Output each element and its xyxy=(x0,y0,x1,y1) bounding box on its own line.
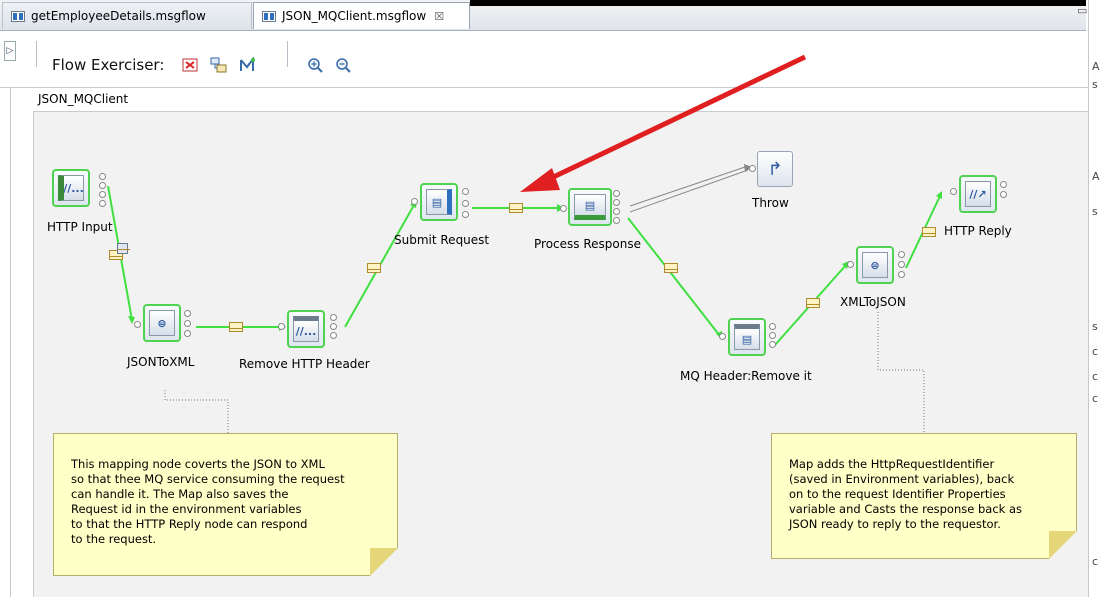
throw-icon: ↱ xyxy=(767,158,783,180)
right-edge-panel: AsAs scccc xyxy=(1088,0,1103,597)
output-terminal[interactable] xyxy=(330,323,337,330)
compute-icon: //... xyxy=(293,316,319,342)
message-envelope-icon xyxy=(367,263,381,273)
node-label: HTTP Reply xyxy=(944,224,1012,238)
input-terminal[interactable] xyxy=(278,323,285,330)
zoom-in-icon[interactable] xyxy=(306,56,324,74)
msgflow-file-icon xyxy=(262,10,276,22)
input-terminal[interactable] xyxy=(134,321,141,328)
zoom-out-icon[interactable] xyxy=(334,56,352,74)
close-tab-icon[interactable]: ☒ xyxy=(434,10,444,23)
output-terminal[interactable] xyxy=(99,173,106,180)
output-terminal[interactable] xyxy=(613,199,620,206)
editor-window: getEmployeeDetails.msgflow JSON_MQClient… xyxy=(0,0,1103,597)
input-terminal[interactable] xyxy=(411,198,418,205)
view-data-icon[interactable] xyxy=(210,56,228,74)
note-fold-corner xyxy=(370,548,398,576)
note-text: Map adds the HttpRequestIdentifier (save… xyxy=(789,457,1023,531)
minimize-icon[interactable]: ▭ xyxy=(1077,4,1087,17)
output-terminal[interactable] xyxy=(613,208,620,215)
breadcrumb-label: JSON_MQClient xyxy=(38,92,129,106)
output-terminal[interactable] xyxy=(462,200,469,207)
output-terminal[interactable] xyxy=(1000,181,1007,188)
node-label: Remove HTTP Header xyxy=(239,357,370,371)
output-terminal[interactable] xyxy=(613,190,620,197)
breadcrumb: JSON_MQClient xyxy=(33,88,1088,112)
message-envelope-icon xyxy=(922,227,936,237)
input-terminal[interactable] xyxy=(847,261,854,268)
tab-JSON_MQClient[interactable]: JSON_MQClient.msgflow ☒ xyxy=(253,2,470,29)
mq-output-icon: ▤ xyxy=(426,189,452,215)
mapping-icon: ⊜ xyxy=(862,252,888,278)
message-envelope-icon xyxy=(664,263,678,273)
message-envelope-icon xyxy=(806,298,820,308)
node-label: JSONToXML xyxy=(127,355,195,369)
output-terminal[interactable] xyxy=(898,251,905,258)
output-terminal[interactable] xyxy=(462,188,469,195)
output-terminal[interactable] xyxy=(462,211,469,218)
msgflow-file-icon xyxy=(11,10,25,22)
json-to-xml-node[interactable]: ⊜ xyxy=(143,304,181,342)
http-input-node[interactable]: //... xyxy=(52,169,90,207)
output-terminal[interactable] xyxy=(898,261,905,268)
output-terminal[interactable] xyxy=(330,314,337,321)
input-terminal[interactable] xyxy=(560,205,567,212)
output-terminal[interactable] xyxy=(1000,191,1007,198)
http-reply-icon: //↗ xyxy=(965,181,991,207)
note-fold-corner xyxy=(1049,531,1077,559)
toolbar-separator xyxy=(287,41,288,67)
output-terminal[interactable] xyxy=(769,341,776,348)
input-terminal[interactable] xyxy=(749,165,756,172)
output-terminal[interactable] xyxy=(769,323,776,330)
stop-recording-icon[interactable] xyxy=(181,56,199,74)
xml-to-json-node[interactable]: ⊜ xyxy=(856,246,894,284)
flow-exerciser-label: Flow Exerciser: xyxy=(52,56,165,74)
tab-getEmployeeDetails[interactable]: getEmployeeDetails.msgflow xyxy=(2,2,252,29)
top-dark-strip xyxy=(470,0,1086,6)
toolbar-separator xyxy=(36,41,37,67)
mq-get-icon: ▤ xyxy=(574,194,606,220)
node-label: Throw xyxy=(752,196,789,210)
flow-toolbar: ▷ Flow Exerciser: xyxy=(0,31,1088,88)
input-terminal[interactable] xyxy=(950,188,957,195)
output-terminal[interactable] xyxy=(330,332,337,339)
http-input-icon: //... xyxy=(58,175,84,201)
output-terminal[interactable] xyxy=(184,310,191,317)
output-terminal[interactable] xyxy=(184,320,191,327)
input-terminal[interactable] xyxy=(719,333,726,340)
node-label: Process Response xyxy=(534,237,641,251)
submit-request-node[interactable]: ▤ xyxy=(420,183,458,221)
mapping-icon: ⊜ xyxy=(149,310,175,336)
output-terminal[interactable] xyxy=(613,217,620,224)
tab-label: getEmployeeDetails.msgflow xyxy=(31,9,206,23)
node-label: Submit Request xyxy=(394,233,490,247)
tab-label: JSON_MQClient.msgflow xyxy=(282,9,427,23)
node-label: MQ Header:Remove it xyxy=(680,369,812,383)
node-label: XMLToJSON xyxy=(840,295,906,309)
process-response-node[interactable]: ▤ xyxy=(568,188,612,226)
output-terminal[interactable] xyxy=(99,200,106,207)
send-message-icon[interactable] xyxy=(238,56,256,74)
mq-header-icon: ▤ xyxy=(734,324,760,350)
message-envelope-icon xyxy=(229,322,243,332)
output-terminal[interactable] xyxy=(99,182,106,189)
mq-header-remove-node[interactable]: ▤ xyxy=(728,318,766,356)
note-text: This mapping node coverts the JSON to XM… xyxy=(71,457,345,546)
left-annotation-note[interactable]: This mapping node coverts the JSON to XM… xyxy=(53,433,398,576)
output-terminal[interactable] xyxy=(898,271,905,278)
message-envelope-icon xyxy=(509,203,523,213)
output-terminal[interactable] xyxy=(99,191,106,198)
output-terminal[interactable] xyxy=(184,330,191,337)
node-label: HTTP Input xyxy=(47,220,113,234)
expand-palette-icon[interactable]: ▷ xyxy=(4,41,16,61)
http-reply-node[interactable]: //↗ xyxy=(959,175,997,213)
right-annotation-note[interactable]: Map adds the HttpRequestIdentifier (save… xyxy=(771,433,1077,559)
monitor-icon xyxy=(117,243,128,254)
throw-node[interactable]: ↱ xyxy=(757,151,793,187)
remove-http-header-node[interactable]: //... xyxy=(287,310,325,348)
output-terminal[interactable] xyxy=(769,332,776,339)
left-gutter xyxy=(0,88,34,597)
